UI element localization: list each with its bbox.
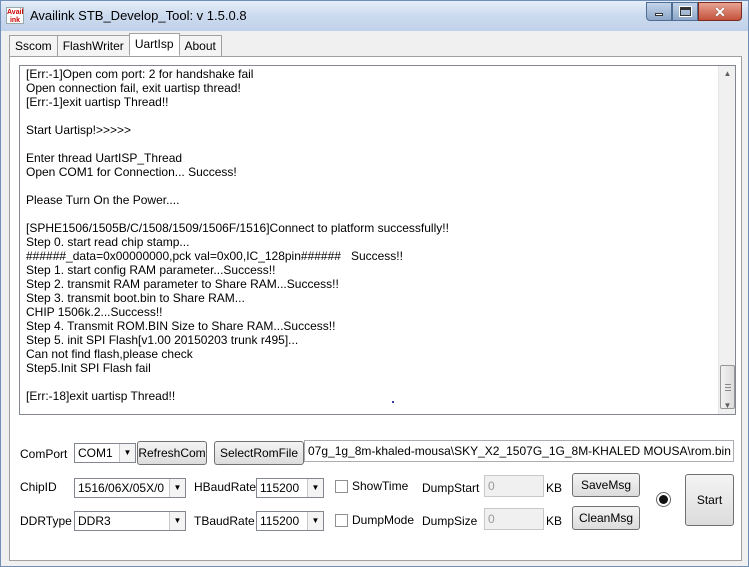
maximize-icon [678,6,692,17]
app-logo-text: Avail ink [7,9,24,24]
minimize-button[interactable] [646,2,672,21]
dumpsize-label: DumpSize [422,514,478,528]
tab-uartisp[interactable]: UartIsp [128,33,180,56]
chevron-down-icon: ▼ [119,444,135,462]
showtime-label: ShowTime [352,479,409,493]
chevron-down-icon: ▼ [307,512,323,530]
log-line: [Err:-1]Open com port: 2 for handshake f… [26,67,254,81]
showtime-checkbox[interactable] [335,480,348,493]
app-logo-icon: Avail ink [6,7,24,24]
log-line: [SPHE1506/1505B/C/1508/1509/1506F/1516]C… [26,221,449,235]
scroll-up-arrow-icon[interactable]: ▲ [721,67,734,81]
tab-sscom[interactable]: Sscom [9,35,58,56]
window-title: Availink STB_Develop_Tool: v 1.5.0.8 [30,8,247,23]
tbaudrate-label: TBaudRate [194,514,255,528]
log-text: [Err:-1]Open com port: 2 for handshake f… [26,67,711,412]
log-line: Step 1. start config RAM parameter...Suc… [26,263,276,277]
ddrtype-value: DDR3 [78,514,111,528]
comport-label: ComPort [20,447,68,461]
log-line: Open COM1 for Connection... Success! [26,165,237,179]
ddrtype-select[interactable]: DDR3 ▼ [74,511,186,531]
log-line: CHIP 1506k.2...Success!! [26,305,163,319]
hbaudrate-select[interactable]: 115200 ▼ [256,478,324,498]
log-line: Enter thread UartISP_Thread [26,151,183,165]
close-button[interactable]: ✕ [698,2,742,21]
start-button[interactable]: Start [685,474,734,526]
dumpstart-label: DumpStart [422,481,480,495]
log-scrollbar[interactable]: ▲ ▼ [718,66,735,414]
chipid-label: ChipID [20,480,57,494]
scroll-down-arrow-icon[interactable]: ▼ [721,399,734,413]
hbaudrate-value: 115200 [260,481,300,495]
log-line: Can not find flash,please check [26,347,193,361]
dumpstart-kb-label: KB [546,481,563,495]
thumb-grip [725,390,731,391]
save-msg-button[interactable]: SaveMsg [572,473,640,497]
tab-strip: Sscom FlashWriter UartIsp About [9,33,222,56]
title-bar[interactable]: Avail ink Availink STB_Develop_Tool: v 1… [1,1,748,31]
minimize-icon [655,13,663,16]
log-line: Step 4. Transmit ROM.BIN Size to Share R… [26,319,336,333]
log-line: [Err:-18]exit uartisp Thread!! [26,389,176,403]
select-rom-file-button[interactable]: SelectRomFile [214,441,304,465]
log-line: ######_data=0x00000000,pck val=0x00,IC_1… [26,249,403,263]
dumpsize-field[interactable]: 0 [484,508,544,530]
refresh-com-button[interactable]: RefreshCom [137,441,207,465]
tab-flashwriter[interactable]: FlashWriter [56,35,130,56]
log-line: Step5.Init SPI Flash fail [26,361,151,375]
status-indicator-dot [659,495,668,504]
chevron-down-icon: ▼ [169,512,185,530]
chevron-down-icon: ▼ [307,479,323,497]
status-indicator [656,492,671,507]
clean-msg-button[interactable]: CleanMsg [572,506,640,530]
log-line: Step 5. init SPI Flash[v1.00 20150203 tr… [26,333,299,347]
thumb-grip [725,387,731,388]
uartisp-panel: [Err:-1]Open com port: 2 for handshake f… [9,56,742,561]
log-cursor-dot [392,401,394,403]
rom-path-field[interactable]: 07g_1g_8m-khaled-mousa\SKY_X2_1507G_1G_8… [304,440,734,462]
dumpmode-label: DumpMode [352,513,415,527]
maximize-button[interactable] [672,2,698,21]
log-line: Please Turn On the Power.... [26,193,180,207]
tbaudrate-value: 115200 [260,514,300,528]
log-line: Step 0. start read chip stamp... [26,235,190,249]
app-window: Avail ink Availink STB_Develop_Tool: v 1… [0,0,749,567]
log-output[interactable]: [Err:-1]Open com port: 2 for handshake f… [19,65,736,415]
chipid-select[interactable]: 1516/06X/05X/0 ▼ [74,478,186,498]
hbaudrate-label: HBaudRate [194,480,257,494]
tab-about[interactable]: About [178,35,222,56]
dumpstart-field[interactable]: 0 [484,475,544,497]
log-line: Open connection fail, exit uartisp threa… [26,81,241,95]
log-line: Step 2. transmit RAM parameter to Share … [26,277,339,291]
tbaudrate-select[interactable]: 115200 ▼ [256,511,324,531]
log-line: [Err:-1]exit uartisp Thread!! [26,95,169,109]
dumpsize-kb-label: KB [546,514,563,528]
log-line: Start Uartisp!>>>>> [26,123,132,137]
comport-value: COM1 [78,446,113,460]
dumpmode-checkbox[interactable] [335,514,348,527]
ddrtype-label: DDRType [20,514,72,528]
comport-select[interactable]: COM1 ▼ [74,443,136,463]
window-controls: ✕ [646,2,742,21]
log-line: Step 3. transmit boot.bin to Share RAM..… [26,291,245,305]
thumb-grip [725,384,731,385]
chevron-down-icon: ▼ [169,479,185,497]
close-icon: ✕ [714,3,726,20]
chipid-value: 1516/06X/05X/0 [78,481,165,495]
